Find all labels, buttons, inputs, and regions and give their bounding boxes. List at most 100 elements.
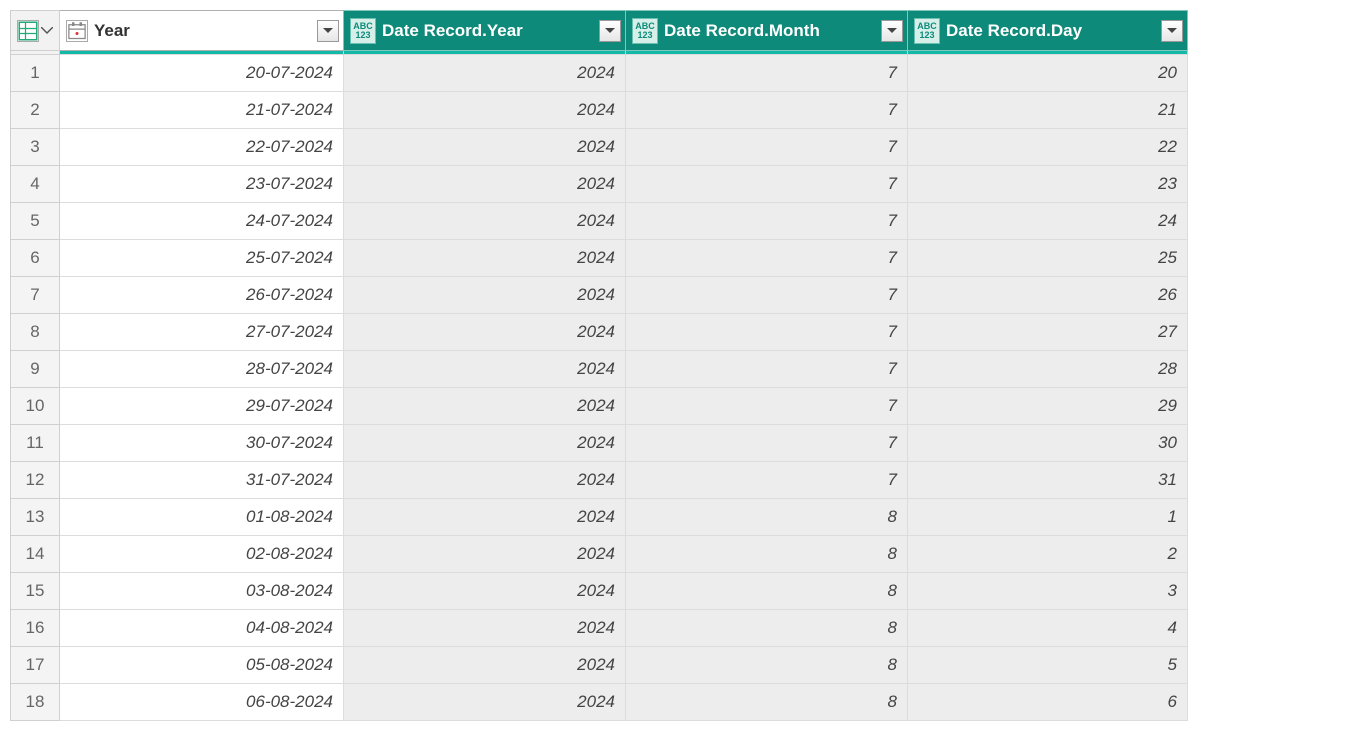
cell-year[interactable]: 03-08-2024 — [60, 573, 344, 610]
cell-date-record-day[interactable]: 20 — [908, 55, 1188, 92]
cell-date-record-day[interactable]: 29 — [908, 388, 1188, 425]
cell-date-record-month[interactable]: 7 — [626, 240, 908, 277]
cell-year[interactable]: 21-07-2024 — [60, 92, 344, 129]
cell-date-record-day[interactable]: 28 — [908, 351, 1188, 388]
cell-year[interactable]: 06-08-2024 — [60, 684, 344, 721]
table-row[interactable]: 1705-08-2024202485 — [11, 647, 1188, 684]
row-number[interactable]: 12 — [11, 462, 60, 499]
cell-date-record-month[interactable]: 7 — [626, 203, 908, 240]
table-row[interactable]: 1301-08-2024202481 — [11, 499, 1188, 536]
cell-date-record-year[interactable]: 2024 — [344, 499, 626, 536]
cell-year[interactable]: 20-07-2024 — [60, 55, 344, 92]
row-number[interactable]: 18 — [11, 684, 60, 721]
cell-date-record-day[interactable]: 30 — [908, 425, 1188, 462]
cell-date-record-day[interactable]: 31 — [908, 462, 1188, 499]
cell-date-record-year[interactable]: 2024 — [344, 240, 626, 277]
row-number[interactable]: 15 — [11, 573, 60, 610]
cell-date-record-day[interactable]: 1 — [908, 499, 1188, 536]
cell-date-record-month[interactable]: 7 — [626, 277, 908, 314]
cell-date-record-month[interactable]: 8 — [626, 536, 908, 573]
row-number[interactable]: 5 — [11, 203, 60, 240]
cell-date-record-month[interactable]: 8 — [626, 647, 908, 684]
cell-date-record-day[interactable]: 2 — [908, 536, 1188, 573]
cell-date-record-year[interactable]: 2024 — [344, 55, 626, 92]
row-number[interactable]: 13 — [11, 499, 60, 536]
table-row[interactable]: 221-07-20242024721 — [11, 92, 1188, 129]
table-row[interactable]: 1806-08-2024202486 — [11, 684, 1188, 721]
cell-year[interactable]: 27-07-2024 — [60, 314, 344, 351]
table-row[interactable]: 827-07-20242024727 — [11, 314, 1188, 351]
cell-date-record-year[interactable]: 2024 — [344, 425, 626, 462]
cell-date-record-month[interactable]: 7 — [626, 129, 908, 166]
table-icon[interactable] — [17, 20, 39, 42]
cell-date-record-day[interactable]: 6 — [908, 684, 1188, 721]
cell-year[interactable]: 28-07-2024 — [60, 351, 344, 388]
filter-button[interactable] — [599, 20, 621, 42]
date-type-icon[interactable] — [66, 20, 88, 42]
cell-date-record-month[interactable]: 7 — [626, 462, 908, 499]
row-number[interactable]: 9 — [11, 351, 60, 388]
table-row[interactable]: 524-07-20242024724 — [11, 203, 1188, 240]
table-row[interactable]: 1402-08-2024202482 — [11, 536, 1188, 573]
cell-date-record-year[interactable]: 2024 — [344, 462, 626, 499]
row-number[interactable]: 2 — [11, 92, 60, 129]
table-row[interactable]: 1604-08-2024202484 — [11, 610, 1188, 647]
row-number[interactable]: 4 — [11, 166, 60, 203]
cell-year[interactable]: 23-07-2024 — [60, 166, 344, 203]
row-number[interactable]: 7 — [11, 277, 60, 314]
table-row[interactable]: 1231-07-20242024731 — [11, 462, 1188, 499]
cell-date-record-day[interactable]: 4 — [908, 610, 1188, 647]
cell-date-record-month[interactable]: 7 — [626, 351, 908, 388]
filter-button[interactable] — [881, 20, 903, 42]
cell-date-record-month[interactable]: 8 — [626, 610, 908, 647]
row-number[interactable]: 16 — [11, 610, 60, 647]
cell-date-record-day[interactable]: 22 — [908, 129, 1188, 166]
row-number[interactable]: 10 — [11, 388, 60, 425]
cell-year[interactable]: 05-08-2024 — [60, 647, 344, 684]
table-row[interactable]: 625-07-20242024725 — [11, 240, 1188, 277]
cell-date-record-day[interactable]: 21 — [908, 92, 1188, 129]
cell-date-record-month[interactable]: 7 — [626, 166, 908, 203]
table-row[interactable]: 423-07-20242024723 — [11, 166, 1188, 203]
row-number[interactable]: 3 — [11, 129, 60, 166]
cell-date-record-year[interactable]: 2024 — [344, 610, 626, 647]
cell-date-record-year[interactable]: 2024 — [344, 536, 626, 573]
column-header-year[interactable]: Year — [60, 11, 344, 51]
row-number[interactable]: 8 — [11, 314, 60, 351]
select-all-header[interactable] — [11, 11, 60, 51]
cell-date-record-year[interactable]: 2024 — [344, 314, 626, 351]
cell-year[interactable]: 02-08-2024 — [60, 536, 344, 573]
cell-date-record-year[interactable]: 2024 — [344, 351, 626, 388]
row-number[interactable]: 14 — [11, 536, 60, 573]
cell-date-record-day[interactable]: 24 — [908, 203, 1188, 240]
filter-button[interactable] — [317, 20, 339, 42]
cell-date-record-month[interactable]: 8 — [626, 573, 908, 610]
cell-year[interactable]: 30-07-2024 — [60, 425, 344, 462]
cell-date-record-year[interactable]: 2024 — [344, 647, 626, 684]
row-number[interactable]: 17 — [11, 647, 60, 684]
cell-date-record-day[interactable]: 23 — [908, 166, 1188, 203]
cell-year[interactable]: 31-07-2024 — [60, 462, 344, 499]
column-header-date-record-day[interactable]: ABC 123 Date Record.Day — [908, 11, 1188, 51]
cell-date-record-month[interactable]: 7 — [626, 55, 908, 92]
cell-date-record-day[interactable]: 25 — [908, 240, 1188, 277]
cell-date-record-year[interactable]: 2024 — [344, 92, 626, 129]
cell-date-record-year[interactable]: 2024 — [344, 277, 626, 314]
cell-date-record-month[interactable]: 8 — [626, 499, 908, 536]
cell-year[interactable]: 25-07-2024 — [60, 240, 344, 277]
cell-date-record-year[interactable]: 2024 — [344, 166, 626, 203]
cell-date-record-day[interactable]: 27 — [908, 314, 1188, 351]
cell-date-record-month[interactable]: 7 — [626, 388, 908, 425]
any-type-icon[interactable]: ABC 123 — [914, 18, 940, 44]
cell-date-record-month[interactable]: 7 — [626, 314, 908, 351]
table-row[interactable]: 322-07-20242024722 — [11, 129, 1188, 166]
cell-date-record-year[interactable]: 2024 — [344, 573, 626, 610]
cell-year[interactable]: 22-07-2024 — [60, 129, 344, 166]
cell-year[interactable]: 04-08-2024 — [60, 610, 344, 647]
table-row[interactable]: 120-07-20242024720 — [11, 55, 1188, 92]
table-row[interactable]: 1503-08-2024202483 — [11, 573, 1188, 610]
column-header-date-record-year[interactable]: ABC 123 Date Record.Year — [344, 11, 626, 51]
cell-year[interactable]: 29-07-2024 — [60, 388, 344, 425]
table-row[interactable]: 726-07-20242024726 — [11, 277, 1188, 314]
cell-date-record-day[interactable]: 5 — [908, 647, 1188, 684]
